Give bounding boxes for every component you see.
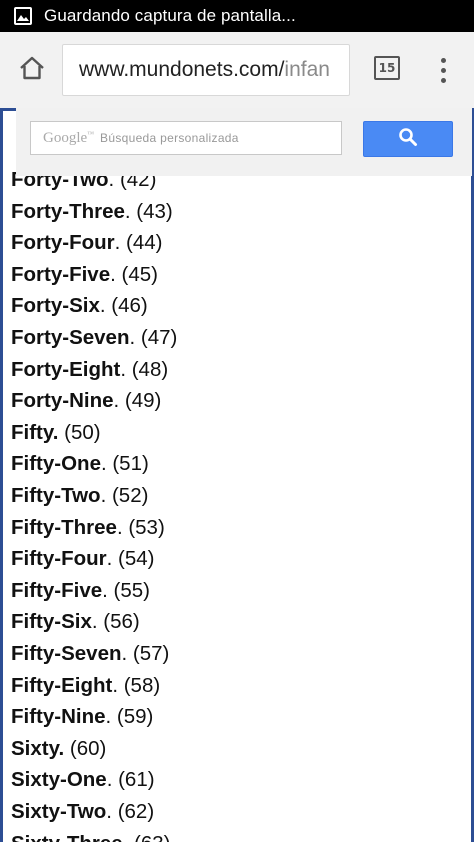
list-item-number: . (52) — [100, 484, 149, 507]
list-item-word: Fifty-Six — [11, 610, 92, 634]
tab-count: 15 — [378, 61, 396, 75]
list-item-number: . (51) — [100, 452, 149, 476]
list-item: Sixty-Three. (63) — [11, 828, 171, 842]
status-bar: Guardando captura de pantalla... — [0, 0, 474, 32]
list-item-word: Sixty-One — [11, 768, 107, 792]
list-item: Forty-Four. (44) — [11, 227, 162, 259]
list-item-number: . (49) — [113, 389, 162, 413]
list-item-word: Sixty-Two — [11, 800, 107, 823]
list-item-number: . (56) — [91, 610, 140, 634]
list-item-word: Forty-Five — [11, 262, 111, 286]
list-item-word: Fifty-Two — [11, 484, 101, 507]
list-item-number: . (48) — [120, 357, 169, 381]
list-item-number: (60) — [64, 736, 107, 760]
list-item-number: . (62) — [106, 800, 155, 823]
list-item: Forty-Seven. (47) — [11, 322, 177, 354]
list-item: Forty-Five. (45) — [11, 259, 158, 291]
list-item: Forty-Six. (46) — [11, 290, 148, 322]
list-item: Fifty-Four. (54) — [11, 543, 155, 575]
list-item: Forty-Eight. (48) — [11, 354, 168, 386]
list-item-word: Fifty-Five — [11, 578, 103, 602]
list-item-number: . (54) — [106, 547, 155, 571]
home-button[interactable] — [14, 52, 50, 88]
list-item: Fifty-Six. (56) — [11, 606, 140, 638]
list-item-number: . (45) — [110, 262, 158, 286]
list-item-number: . (61) — [106, 768, 155, 792]
list-item-number: . (44) — [114, 231, 163, 255]
list-item-number: . (63) — [123, 832, 171, 842]
list-item-word: Forty-Eight — [11, 357, 121, 381]
list-item-word: Fifty-Seven — [11, 642, 122, 665]
list-item: Fifty-One. (51) — [11, 448, 149, 480]
list-item: Fifty. (50) — [11, 417, 101, 449]
search-placeholder: Búsqueda personalizada — [100, 131, 239, 145]
list-item: Sixty. (60) — [11, 733, 106, 765]
list-item-word: Forty-Four — [11, 231, 115, 255]
search-icon — [398, 127, 418, 152]
address-bar[interactable]: www.mundonets.com/infan — [62, 44, 350, 96]
url-path: infan — [284, 58, 330, 81]
list-item-number: . (57) — [121, 642, 170, 665]
list-item-word: Forty-Six — [11, 294, 100, 318]
list-item-word: Forty-Three — [11, 199, 125, 223]
list-item: Sixty-One. (61) — [11, 764, 155, 796]
list-item: Fifty-Two. (52) — [11, 480, 148, 512]
search-box-overlay: Google™ Búsqueda personalizada — [16, 108, 472, 176]
list-item-word: Fifty. — [11, 420, 59, 444]
list-item-number: . (46) — [99, 294, 148, 318]
list-item-number: . (58) — [112, 673, 161, 697]
browser-toolbar: www.mundonets.com/infan 15 — [0, 32, 474, 109]
list-item-number: . (43) — [124, 199, 173, 223]
list-item-number: . (55) — [102, 578, 150, 602]
list-item-word: Fifty-Three — [11, 515, 117, 539]
url-text: www.mundonets.com/infan — [79, 58, 330, 82]
list-item: Fifty-Five. (55) — [11, 575, 150, 607]
list-item-word: Fifty-Nine — [11, 705, 106, 729]
list-item: Forty-Three. (43) — [11, 196, 173, 228]
list-item-number: . (47) — [129, 326, 178, 349]
list-item-word: Sixty. — [11, 736, 65, 760]
list-item-word: Forty-Nine — [11, 389, 114, 413]
url-host: www.mundonets.com/ — [79, 58, 285, 81]
list-item-word: Fifty-Four — [11, 547, 107, 571]
image-icon — [14, 7, 32, 25]
list-item-word: Sixty-Three — [11, 832, 123, 842]
list-item-word: Fifty-One — [11, 452, 101, 476]
search-input[interactable]: Google™ Búsqueda personalizada — [30, 121, 342, 155]
list-item: Forty-Nine. (49) — [11, 385, 161, 417]
page-content: Forty-Two. (42) Forty-Three. (43) Forty-Fo… — [0, 108, 474, 842]
list-item-number: . (53) — [116, 515, 165, 539]
google-logo: Google™ — [43, 129, 95, 146]
list-item: Sixty-Two. (62) — [11, 796, 154, 828]
tab-switcher-button[interactable]: 15 — [374, 56, 400, 80]
list-item-number: (50) — [58, 420, 101, 444]
status-text: Guardando captura de pantalla... — [44, 6, 296, 25]
list-item-number: . (59) — [105, 705, 154, 729]
list-item: Fifty-Seven. (57) — [11, 638, 169, 670]
search-button[interactable] — [363, 121, 453, 157]
list-item: Fifty-Nine. (59) — [11, 701, 153, 733]
list-item: Fifty-Eight. (58) — [11, 670, 160, 702]
list-item-word: Fifty-Eight — [11, 673, 113, 697]
list-item-word: Forty-Seven — [11, 326, 130, 349]
home-icon — [18, 54, 46, 87]
list-item: Fifty-Three. (53) — [11, 512, 165, 544]
more-vert-icon[interactable] — [432, 52, 454, 88]
